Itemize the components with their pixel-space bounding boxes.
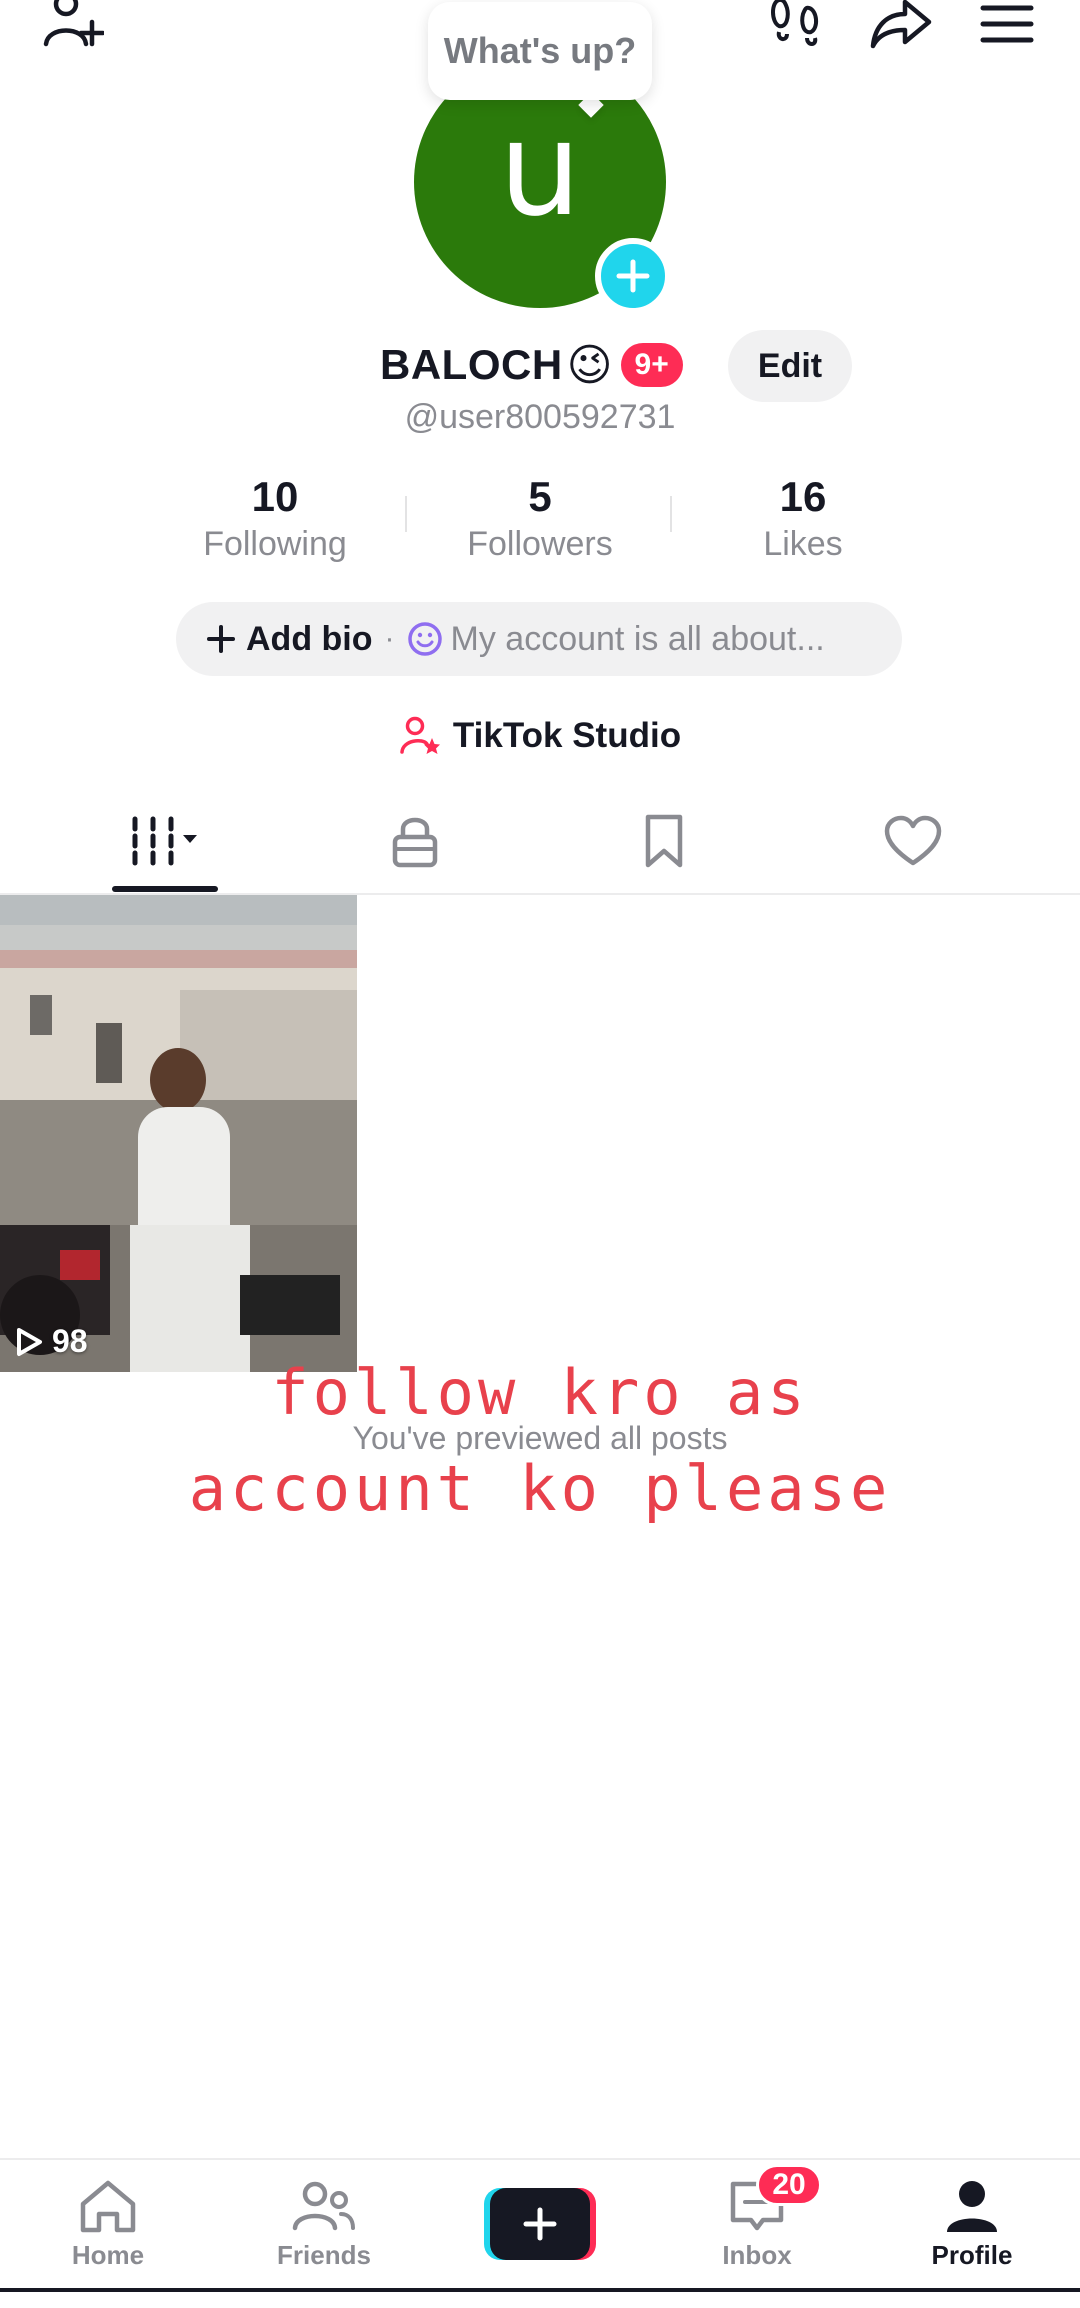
notification-badge[interactable]: 9+ (620, 343, 683, 387)
share-profile-button[interactable] (866, 0, 936, 54)
plus-icon (616, 259, 650, 293)
add-bio-button[interactable]: Add bio · My account is all about... (176, 602, 902, 676)
friends-icon (292, 2181, 355, 2231)
status-bubble-text: What's up? (443, 30, 637, 71)
studio-person-star-icon (400, 716, 440, 754)
profile-handle: @user800592731 (404, 398, 676, 436)
tiktok-studio-link[interactable]: TikTok Studio (0, 708, 1080, 764)
create-post-button[interactable] (484, 2188, 596, 2260)
tab-private[interactable] (325, 800, 505, 882)
video-thumbnail[interactable]: 98 (0, 895, 357, 1372)
nav-inbox-label: Inbox (722, 2240, 792, 2270)
footprints-icon (771, 0, 818, 46)
stat-divider (405, 496, 407, 532)
active-tab-indicator (112, 886, 218, 892)
stat-value: 16 (779, 473, 827, 520)
menu-button[interactable] (972, 0, 1042, 54)
wink-emoji: 😉 (566, 340, 613, 390)
stat-following[interactable]: 10 Following (175, 470, 375, 564)
avatar-letter: u (498, 93, 582, 245)
home-icon (80, 2180, 136, 2233)
nav-home-label: Home (71, 2240, 145, 2270)
overlay-text-line-1: follow kro as (271, 1356, 809, 1429)
lock-icon (392, 817, 438, 868)
stat-label: Likes (763, 525, 843, 563)
overlay-text-line-2: account ko please (188, 1452, 892, 1525)
stat-likes[interactable]: 16 Likes (703, 470, 903, 564)
profile-views-button[interactable] (762, 0, 832, 54)
stat-divider (670, 496, 672, 532)
tab-liked[interactable] (823, 800, 1003, 882)
nav-home[interactable]: Home (28, 2178, 188, 2271)
play-outline-icon (17, 1327, 42, 1356)
stat-value: 5 (528, 473, 552, 520)
hamburger-menu-icon (980, 5, 1034, 43)
view-count-value: 98 (52, 1323, 88, 1359)
stat-value: 10 (251, 473, 299, 520)
bottom-edge (0, 2288, 1080, 2292)
add-friend-button[interactable] (36, 0, 106, 54)
bottom-navigation: Home Friends Inbox Profile (0, 2158, 1080, 2290)
share-arrow-icon (870, 0, 932, 49)
tab-videos[interactable] (75, 800, 255, 882)
stat-label: Following (203, 525, 347, 563)
heart-icon (884, 815, 942, 866)
nav-friends-label: Friends (277, 2240, 371, 2270)
tiktok-studio-label: TikTok Studio (452, 716, 682, 755)
videos-grid-icon (132, 816, 197, 866)
nav-friends[interactable]: Friends (244, 2178, 404, 2271)
nav-profile-label: Profile (931, 2240, 1013, 2270)
add-person-icon (43, 0, 104, 47)
profile-icon (947, 2181, 997, 2232)
stat-followers[interactable]: 5 Followers (440, 470, 640, 564)
profile-name-row: BALOCH 😉 9+ (380, 332, 683, 398)
change-avatar-button[interactable] (595, 238, 671, 314)
bio-separator: · (384, 622, 395, 655)
tab-favorites[interactable] (574, 800, 754, 882)
plus-icon (207, 625, 235, 653)
add-bio-label: Add bio (246, 619, 373, 658)
video-thumbnail-image (0, 895, 357, 1372)
bookmark-icon (645, 814, 683, 868)
stat-label: Followers (467, 525, 613, 563)
edit-profile-button[interactable]: Edit (728, 330, 852, 402)
status-bubble[interactable]: What's up? (428, 2, 652, 100)
nav-profile[interactable]: Profile (892, 2178, 1052, 2271)
inbox-badge: 20 (756, 2164, 822, 2206)
bio-placeholder: My account is all about... (450, 619, 825, 658)
view-count: 98 (14, 1323, 88, 1360)
smiley-icon (407, 622, 442, 656)
profile-name: BALOCH (380, 341, 563, 388)
create-plus-icon (484, 2188, 596, 2260)
